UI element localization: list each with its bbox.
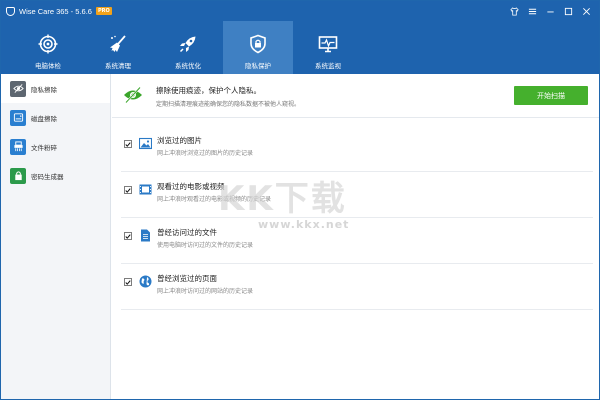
sidebar-item-file-shredder[interactable]: 文件粉碎 (1, 132, 110, 161)
item-title: 曾经浏览过的页面 (157, 274, 217, 283)
start-scan-button[interactable]: 开始扫描 (514, 86, 588, 105)
item-checkbox[interactable] (124, 278, 132, 286)
sidebar-item-disk-erase[interactable]: 磁盘擦除 (1, 103, 110, 132)
window-controls (505, 1, 595, 21)
sidebar-item-label: 文件粉碎 (31, 143, 57, 152)
privacy-banner: 擦除使用痕迹，保护个人隐私。 定期扫描清理痕迹能确保您的隐私数据不被他人窥视。 … (112, 74, 599, 118)
tab-privacy-protect[interactable]: 隐私保护 (223, 21, 293, 74)
film-icon (138, 182, 152, 196)
item-title: 浏览过的图片 (157, 136, 202, 145)
tab-pc-checkup[interactable]: 电脑体检 (13, 21, 83, 74)
maximize-icon[interactable] (559, 1, 577, 21)
list-item: 观看过的电影或视频 网上冲浪时观看过的电影或视频的历史记录 (121, 172, 593, 218)
globe-icon (138, 274, 152, 288)
sidebar-item-label: 隐私擦除 (31, 85, 57, 94)
app-window: Wise Care 365 - 5.6.6 PRO 电脑体检 系统清理 系统优化… (0, 0, 600, 400)
item-checkbox[interactable] (124, 140, 132, 148)
pro-badge: PRO (95, 7, 112, 15)
title-bar[interactable]: Wise Care 365 - 5.6.6 PRO (1, 1, 599, 21)
item-checkbox[interactable] (124, 186, 132, 194)
shield-lock-icon (247, 33, 269, 55)
item-title: 观看过的电影或视频 (157, 182, 225, 191)
banner-title: 擦除使用痕迹，保护个人隐私。 (156, 86, 261, 95)
item-title: 曾经访问过的文件 (157, 228, 217, 237)
tab-label: 隐私保护 (245, 62, 271, 70)
sidebar: 隐私擦除 磁盘擦除 文件粉碎 密码生成器 (1, 74, 111, 399)
list-item: 浏览过的图片 网上冲浪时浏览过的图片的历史记录 (121, 126, 593, 172)
menu-icon[interactable] (523, 1, 541, 21)
target-icon (37, 33, 59, 55)
main-nav: 电脑体检 系统清理 系统优化 隐私保护 系统监视 (1, 21, 599, 74)
list-item: 曾经浏览过的页面 网上冲浪时访问过的网站的历史记录 (121, 264, 593, 310)
app-logo-icon (6, 6, 15, 16)
close-icon[interactable] (577, 1, 595, 21)
tab-label: 电脑体检 (35, 62, 61, 70)
item-description: 网上冲浪时观看过的电影或视频的历史记录 (157, 196, 272, 203)
eye-slash-icon (123, 86, 143, 104)
tab-label: 系统监视 (315, 62, 341, 70)
sidebar-item-label: 密码生成器 (31, 172, 64, 181)
disk-icon (10, 109, 26, 126)
shredder-icon (10, 138, 26, 155)
sidebar-item-label: 磁盘擦除 (31, 114, 57, 123)
main-panel: 擦除使用痕迹，保护个人隐私。 定期扫描清理痕迹能确保您的隐私数据不被他人窥视。 … (112, 74, 599, 399)
lock-icon (10, 167, 26, 184)
document-icon (138, 228, 152, 242)
item-description: 网上冲浪时浏览过的图片的历史记录 (157, 150, 254, 157)
tab-label: 系统优化 (175, 62, 201, 70)
image-icon (138, 136, 152, 150)
eye-slash-icon (10, 80, 26, 97)
sidebar-item-password-generator[interactable]: 密码生成器 (1, 161, 110, 190)
app-title: Wise Care 365 - 5.6.6 (19, 6, 92, 16)
item-description: 网上冲浪时访问过的网站的历史记录 (157, 288, 254, 295)
broom-icon (107, 33, 129, 55)
minimize-icon[interactable] (541, 1, 559, 21)
monitor-icon (317, 33, 339, 55)
tab-system-optimize[interactable]: 系统优化 (153, 21, 223, 74)
banner-subtitle: 定期扫描清理痕迹能确保您的隐私数据不被他人窥视。 (156, 101, 301, 108)
shirt-skin-icon[interactable] (505, 1, 523, 21)
list-item: 曾经访问过的文件 使用电脑时访问过的文件的历史记录 (121, 218, 593, 264)
item-description: 使用电脑时访问过的文件的历史记录 (157, 242, 254, 249)
tab-system-monitor[interactable]: 系统监视 (293, 21, 363, 74)
tab-label: 系统清理 (105, 62, 131, 70)
rocket-icon (177, 33, 199, 55)
item-checkbox[interactable] (124, 232, 132, 240)
tab-system-cleanup[interactable]: 系统清理 (83, 21, 153, 74)
sidebar-item-privacy-erase[interactable]: 隐私擦除 (1, 74, 110, 103)
